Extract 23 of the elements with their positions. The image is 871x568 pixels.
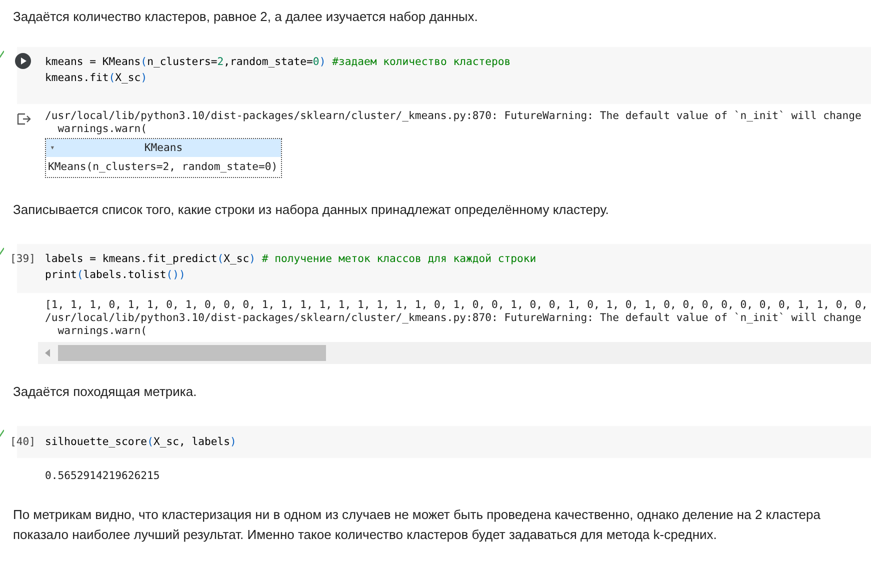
output-line: warnings.warn( — [56, 123, 148, 136]
code-line: kmeans = KMeans(n_clusters=2,random_state=0) #задаем количество кластеров — [45, 55, 512, 70]
code-line: print(labels.tolist()) — [45, 268, 186, 283]
widget-body: KMeans(n_clusters=2, random_state=0) — [47, 160, 279, 175]
widget-title: KMeans — [143, 141, 184, 156]
output-line: warnings.warn( — [56, 325, 148, 338]
output-line: 0.5652914219626215 — [45, 470, 161, 483]
text-paragraph: Записывается список того, какие строки из набора данных принадлежат определённому кластеру. — [12, 201, 610, 219]
output-line: [1, 1, 1, 0, 1, 1, 0, 1, 0, 0, 0, 1, 1, 1, 1, 1, 1, 1, 1, 1, 0, 1, 0, 0, 1, 0, 0, 1, 0, 1, 0, 1, 0, 0, 0, 0, 0, 0, 0, 1, 1, 0, 0, — [45, 299, 869, 312]
text-paragraph: По метрикам видно, что кластеризация ни в одном из случаев не может быть проведена качественно, однако деление на 2 кластера показало наиболее лучший результат. Именно такое количество кластеров будет задаваться для метода k-средних. — [12, 506, 822, 544]
text-paragraph: Задаётся количество кластеров, равное 2, а далее изучается набор данных. — [12, 8, 479, 26]
execution-count: [39] — [10, 252, 36, 267]
run-button[interactable] — [15, 53, 31, 69]
output-line: /usr/local/lib/python3.10/dist-packages/sklearn/cluster/_kmeans.py:870: FutureWarning: The default value of `n_init` will change — [45, 312, 862, 325]
text-paragraph: Задаётся походящая метрика. — [12, 383, 198, 401]
output-line: /usr/local/lib/python3.10/dist-packages/sklearn/cluster/_kmeans.py:870: FutureWarning: The default value of `n_init` will change — [45, 110, 862, 123]
toggle-arrow[interactable]: ▾ — [46, 139, 58, 157]
code-line: labels = kmeans.fit_predict(X_sc) # получение меток классов для каждой строки — [45, 252, 538, 267]
code-line: kmeans.fit(X_sc) — [45, 71, 148, 86]
output-icon[interactable] — [17, 113, 31, 125]
code-line: silhouette_score(X_sc, labels) — [45, 435, 238, 450]
horizontal-scrollbar[interactable] — [38, 342, 871, 364]
execution-count: [40] — [10, 435, 36, 450]
